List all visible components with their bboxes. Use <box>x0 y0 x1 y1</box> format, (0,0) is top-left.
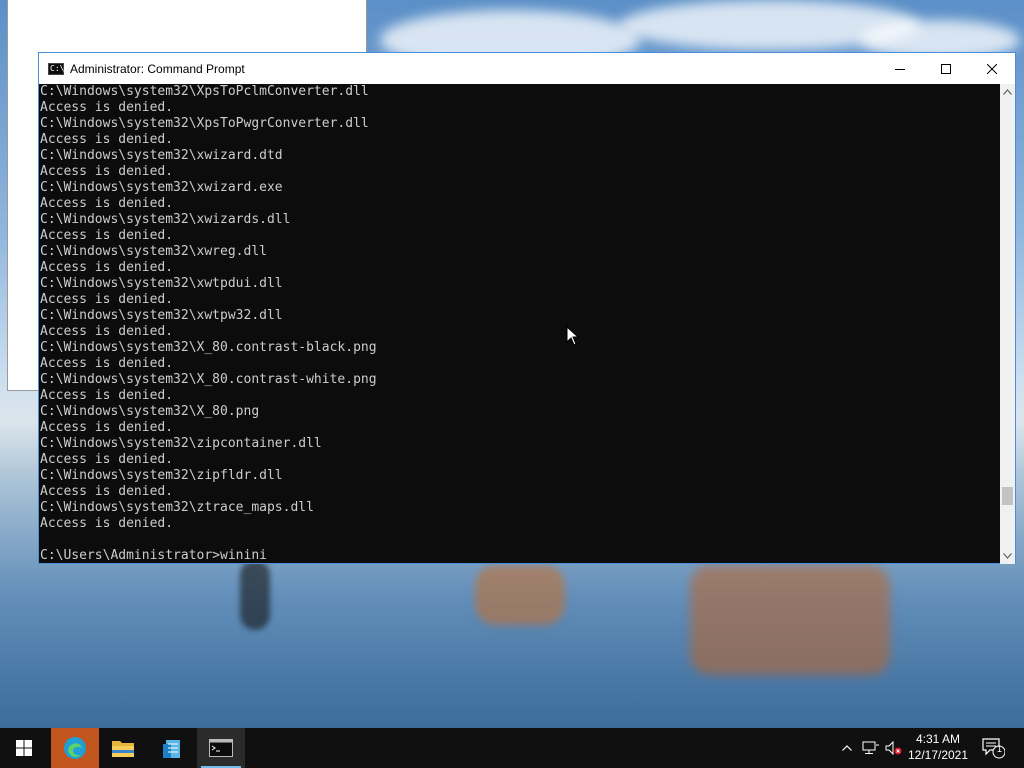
console-line: Access is denied. <box>40 100 174 115</box>
console-line: Access is denied. <box>40 132 174 147</box>
close-button[interactable] <box>969 53 1015 84</box>
taskbar-command-prompt[interactable] <box>197 728 245 768</box>
console-line: C:\Windows\system32\xwizards.dll <box>40 212 291 227</box>
volume-tray-button[interactable] <box>883 728 905 768</box>
minimize-button[interactable] <box>877 53 923 84</box>
server-manager-icon <box>163 740 180 758</box>
console-line: Access is denied. <box>40 356 174 371</box>
console-line: Access is denied. <box>40 484 174 499</box>
vertical-scrollbar[interactable] <box>1000 84 1015 564</box>
console-line: C:\Windows\system32\XpsToPwgrConverter.d… <box>40 116 369 131</box>
console-line: C:\Windows\system32\zipfldr.dll <box>40 468 283 483</box>
console-line: Access is denied. <box>40 452 174 467</box>
console-line: Access is denied. <box>40 324 174 339</box>
console-line: Access is denied. <box>40 420 174 435</box>
windows-logo-icon <box>16 740 32 756</box>
clock-time: 4:31 AM <box>915 732 961 746</box>
console-line: C:\Windows\system32\X_80.contrast-black.… <box>40 340 377 355</box>
window-title: Administrator: Command Prompt <box>70 61 245 76</box>
action-center-button[interactable]: 1 <box>978 728 1008 768</box>
start-button[interactable] <box>0 728 48 768</box>
maximize-icon <box>941 63 951 74</box>
console-line: C:\Windows\system32\X_80.contrast-white.… <box>40 372 377 387</box>
title-bar[interactable]: C:\ Administrator: Command Prompt <box>39 53 1015 84</box>
console-output[interactable]: C:\Windows\system32\XpsToPclmConverter.d… <box>39 84 1001 564</box>
console-line: C:\Windows\system32\X_80.png <box>40 404 260 419</box>
mouse-pointer-icon <box>566 326 580 346</box>
edge-icon <box>64 737 86 759</box>
taskbar-file-explorer[interactable] <box>99 728 147 768</box>
console-line: C:\Windows\system32\xwtpw32.dll <box>40 308 283 323</box>
taskbar-server-manager[interactable] <box>148 728 196 768</box>
taskbar: 4:31 AM 12/17/2021 1 <box>0 728 1024 768</box>
folder-icon <box>112 741 134 757</box>
window-controls <box>877 53 1015 84</box>
console-line: Access is denied. <box>40 292 174 307</box>
volume-muted-icon <box>885 741 902 755</box>
close-icon <box>987 63 997 74</box>
console-line: Access is denied. <box>40 516 174 531</box>
minimize-icon <box>895 68 905 70</box>
console-line: C:\Windows\system32\xwizard.exe <box>40 180 283 195</box>
taskbar-clock[interactable]: 4:31 AM 12/17/2021 <box>903 728 973 768</box>
console-line: C:\Windows\system32\xwtpdui.dll <box>40 276 283 291</box>
taskbar-edge[interactable] <box>51 728 99 768</box>
clock-date: 12/17/2021 <box>907 748 969 762</box>
notification-count: 1 <box>997 744 1003 754</box>
maximize-button[interactable] <box>923 53 969 84</box>
console-line: C:\Windows\system32\zipcontainer.dll <box>40 436 322 451</box>
chevron-down-icon <box>1003 553 1012 559</box>
command-prompt-window[interactable]: C:\ Administrator: Command Prompt C:\Win… <box>38 52 1016 564</box>
console-icon <box>209 739 233 757</box>
console-line: C:\Windows\system32\xwizard.dtd <box>40 148 283 163</box>
console-line: Access is denied. <box>40 388 174 403</box>
chevron-up-icon <box>842 745 852 751</box>
console-line: Access is denied. <box>40 196 174 211</box>
scroll-up-button[interactable] <box>1000 84 1015 100</box>
console-line: C:\Windows\system32\xwreg.dll <box>40 244 267 259</box>
console-line: C:\Users\Administrator>winini <box>40 548 267 563</box>
show-hidden-icons-button[interactable] <box>838 728 856 768</box>
scroll-down-button[interactable] <box>1000 548 1015 564</box>
console-line: Access is denied. <box>40 228 174 243</box>
network-icon <box>862 741 879 754</box>
scrollbar-thumb[interactable] <box>1002 487 1013 505</box>
console-line: Access is denied. <box>40 260 174 275</box>
console-line: Access is denied. <box>40 164 174 179</box>
chevron-up-icon <box>1003 89 1012 95</box>
network-tray-button[interactable] <box>860 728 882 768</box>
console-line: C:\Windows\system32\ztrace_maps.dll <box>40 500 314 515</box>
console-line: C:\Windows\system32\XpsToPclmConverter.d… <box>40 84 369 99</box>
console-icon: C:\ <box>48 62 65 75</box>
